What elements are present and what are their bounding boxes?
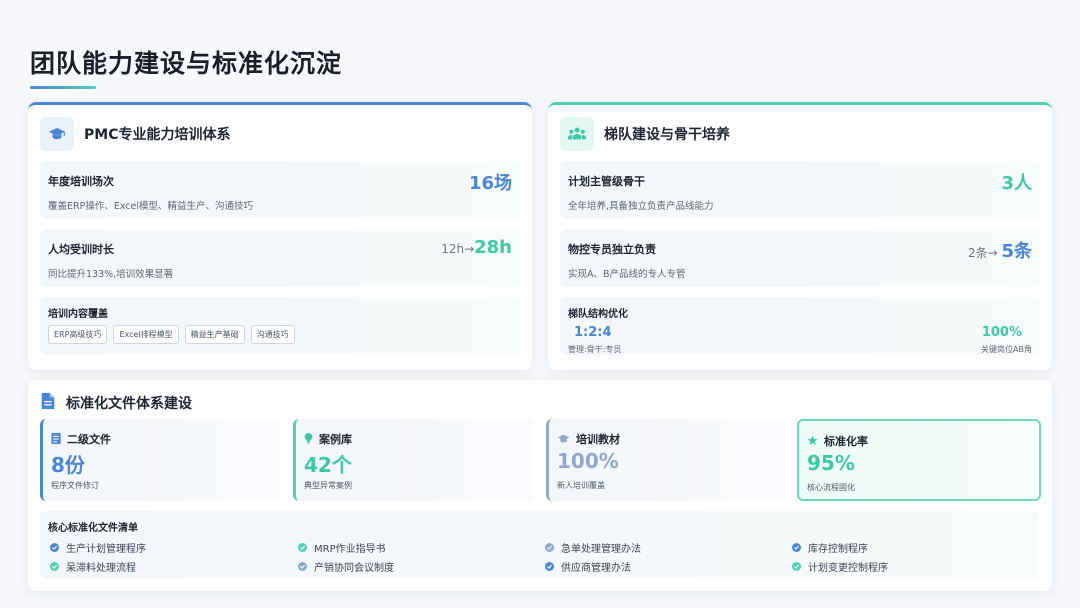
list-item: 急单处理管理办法 [545,540,641,555]
supervisor-backbone-value: 3人 [1001,173,1032,194]
check-circle-icon [545,562,554,571]
check-circle-icon [298,543,307,552]
coverage-tag: 精益生产基础 [184,325,245,344]
row-title: 人均受训时长 [48,243,114,256]
list-item-label: 呆滞料处理流程 [66,563,136,574]
stat-label: 标准化率 [824,434,868,448]
ab-role-caption: 关键岗位AB角 [981,345,1032,354]
check-circle-icon [792,562,801,571]
standardization-title: 标准化文件体系建设 [66,396,192,412]
page-title: 团队能力建设与标准化沉淀 [30,49,343,78]
coverage-tag: Excel排程模型 [113,325,179,344]
core-docs-list: 核心标准化文件清单 生产计划管理程序 MRP作业指导书 急单处理管理办法 库存控… [40,511,1038,579]
core-docs-title: 核心标准化文件清单 [48,523,138,534]
stat-header: 案例库 [304,429,352,448]
check-circle-icon [50,543,59,552]
stat-standardization-rate: 标准化率 95% 核心流程固化 [797,419,1041,501]
stat-case-library: 案例库 42个 典型异常案例 [293,419,533,501]
list-item-label: 库存控制程序 [808,544,868,555]
star-icon [807,431,818,450]
list-item-label: 供应商管理办法 [561,563,631,574]
stat-caption: 程序文件修订 [51,481,99,490]
check-circle-icon [792,543,801,552]
row-subtitle: 全年培养,具备独立负责产品线能力 [568,201,714,212]
ladder-building-card: 梯队建设与骨干培养 计划主管级骨干 全年培养,具备独立负责产品线能力 3人 物控… [548,102,1052,370]
training-hours-value: 12h→28h [441,237,512,258]
list-item: 产销协同会议制度 [298,559,394,574]
ladder-structure-box: 梯队结构优化 1:2:4 管理:骨干:专员 100% 关键岗位AB角 [560,297,1040,355]
stat-label: 培训教材 [576,432,620,446]
stat-value: 100% [557,449,619,473]
coverage-tag: ERP高级技巧 [48,325,108,344]
check-circle-icon [50,562,59,571]
row-title: 计划主管级骨干 [568,175,645,188]
training-hours-before: 12h→ [441,242,475,256]
team-icon [560,117,594,151]
stat-header: 二级文件 [51,429,111,448]
ladder-card-header: 梯队建设与骨干培养 [560,117,730,151]
material-control-after: 5条 [1001,241,1032,262]
stat-value: 42个 [304,453,352,477]
lightbulb-icon [304,429,313,448]
stat-header: 培训教材 [557,429,620,448]
list-item: 生产计划管理程序 [50,540,146,555]
coverage-title: 培训内容覆盖 [48,309,108,320]
pmc-card-title: PMC专业能力培训体系 [84,127,231,143]
list-item: 库存控制程序 [792,540,868,555]
stat-value: 95% [807,451,855,475]
structure-ratio-caption: 管理:骨干:专员 [568,345,622,354]
list-item-label: 生产计划管理程序 [66,544,146,555]
stat-caption: 核心流程固化 [807,483,855,492]
standardization-header: 标准化文件体系建设 [40,392,192,414]
material-control-row: 物控专员独立负责 实现A、B产品线的专人专管 2条→ 5条 [560,229,1040,287]
check-circle-icon [545,543,554,552]
row-subtitle: 同比提升133%,培训效果显著 [48,269,174,280]
list-item: 呆滞料处理流程 [50,559,136,574]
annual-training-value: 16场 [468,173,512,194]
list-item-label: MRP作业指导书 [314,544,386,555]
stat-caption: 典型异常案例 [304,481,352,490]
coverage-tag: 沟通技巧 [250,325,295,344]
row-title: 物控专员独立负责 [568,243,656,256]
stat-label: 案例库 [319,432,352,446]
document-icon [40,392,56,414]
stat-caption: 新人培训覆盖 [557,481,605,490]
graduation-cap-icon [557,429,570,448]
list-item: 供应商管理办法 [545,559,631,574]
file-icon [51,429,61,448]
pmc-card-header: PMC专业能力培训体系 [40,117,230,151]
stat-value: 8份 [51,453,85,477]
supervisor-backbone-row: 计划主管级骨干 全年培养,具备独立负责产品线能力 3人 [560,161,1040,219]
material-control-before: 2条→ [967,246,1002,260]
list-item: MRP作业指导书 [298,540,386,555]
row-subtitle: 覆盖ERP操作、Excel模型、精益生产、沟通技巧 [48,201,253,212]
pmc-training-card: PMC专业能力培训体系 年度培训场次 覆盖ERP操作、Excel模型、精益生产、… [28,102,532,370]
coverage-tags: ERP高级技巧 Excel排程模型 精益生产基础 沟通技巧 [48,325,295,344]
training-coverage-box: 培训内容覆盖 ERP高级技巧 Excel排程模型 精益生产基础 沟通技巧 [40,297,520,355]
structure-title: 梯队结构优化 [568,309,628,320]
row-subtitle: 实现A、B产品线的专人专管 [568,269,686,280]
check-circle-icon [298,562,307,571]
structure-ratio: 1:2:4 [574,325,612,340]
graduation-cap-icon [40,117,74,151]
list-item: 计划变更控制程序 [792,559,888,574]
list-item-label: 产销协同会议制度 [314,563,394,574]
ladder-card-title: 梯队建设与骨干培养 [604,127,730,143]
title-underline [30,86,96,89]
list-item-label: 急单处理管理办法 [561,544,641,555]
stat-header: 标准化率 [807,431,868,450]
annual-training-row: 年度培训场次 覆盖ERP操作、Excel模型、精益生产、沟通技巧 16场 [40,161,520,219]
list-item-label: 计划变更控制程序 [808,563,888,574]
ab-role-percent: 100% [981,325,1022,340]
training-hours-row: 人均受训时长 同比提升133%,培训效果显著 12h→28h [40,229,520,287]
row-title: 年度培训场次 [48,175,114,188]
training-hours-after: 28h [474,237,512,258]
material-control-value: 2条→ 5条 [968,237,1032,263]
stat-label: 二级文件 [67,432,111,446]
stat-training-materials: 培训教材 100% 新人培训覆盖 [546,419,786,501]
stat-secondary-docs: 二级文件 8份 程序文件修订 [40,419,280,501]
